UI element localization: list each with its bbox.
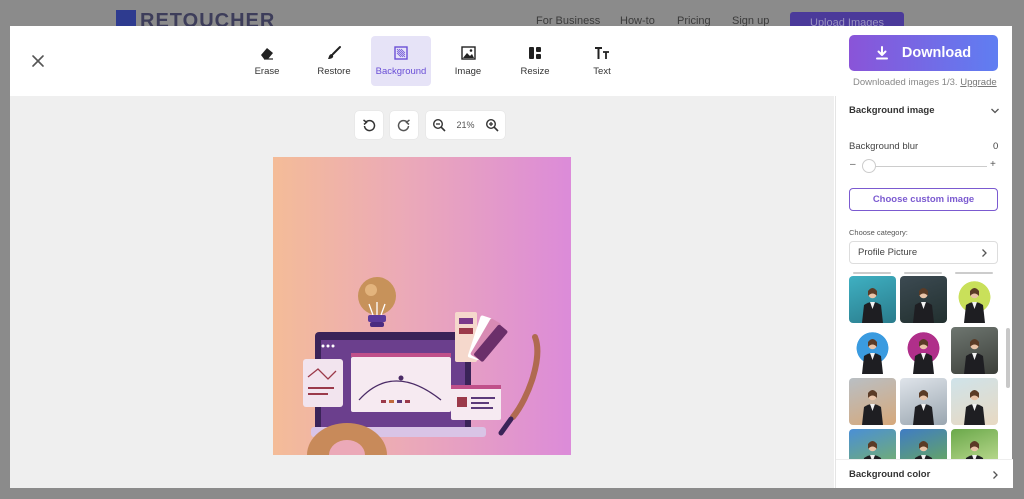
tool-image-label: Image (454, 66, 482, 77)
background-thumbnail[interactable] (951, 429, 998, 459)
background-blur-value: 0 (993, 141, 999, 152)
person-silhouette (965, 441, 984, 459)
undo-button[interactable] (355, 111, 383, 139)
person-silhouette (862, 390, 883, 425)
choose-custom-image-button[interactable]: Choose custom image (849, 188, 998, 211)
close-button[interactable] (28, 51, 48, 71)
person-silhouette (914, 441, 933, 459)
person-silhouette (913, 288, 934, 323)
zoom-out-icon (432, 118, 446, 132)
background-color-title: Background color (849, 469, 931, 480)
background-thumbnail[interactable] (849, 327, 896, 374)
blur-slider-thumb[interactable] (862, 159, 876, 173)
thumbnail-edge (904, 272, 942, 274)
eraser-icon (259, 45, 275, 61)
tool-resize-label: Resize (520, 66, 550, 77)
text-icon (594, 45, 610, 61)
upgrade-link[interactable]: Upgrade (960, 77, 996, 88)
canvas-area: 21% (10, 96, 834, 488)
zoom-out-button[interactable] (432, 118, 446, 132)
person-silhouette (863, 441, 882, 459)
redo-icon (397, 119, 410, 132)
choose-category-label: Choose category: (849, 228, 908, 237)
tool-erase[interactable]: Erase (237, 36, 297, 86)
tool-erase-label: Erase (254, 66, 280, 77)
site-nav: RETOUCHER For Business How-to Pricing Si… (0, 6, 1024, 34)
background-thumbnail[interactable] (849, 429, 896, 459)
close-icon (32, 55, 44, 67)
person-silhouette (862, 288, 883, 323)
background-thumbnail[interactable] (951, 276, 998, 323)
tool-image[interactable]: Image (438, 36, 498, 86)
tool-background[interactable]: Background (371, 36, 431, 86)
background-thumbnail[interactable] (900, 378, 947, 425)
tool-restore-label: Restore (317, 66, 351, 77)
download-quota-text: Downloaded images 1/3. (853, 77, 958, 88)
person-silhouette (913, 390, 934, 425)
background-thumbnail[interactable] (900, 327, 947, 374)
person-silhouette (964, 288, 985, 323)
chevron-right-icon (982, 249, 987, 257)
person-silhouette (862, 339, 883, 374)
image-preview[interactable] (273, 157, 571, 455)
background-thumbnail[interactable] (849, 276, 896, 323)
download-icon (875, 46, 888, 60)
thumbnail-edge (955, 272, 993, 274)
background-thumbnail-grid (849, 272, 1001, 459)
person-silhouette (913, 339, 934, 374)
category-select[interactable]: Profile Picture (849, 241, 998, 264)
background-icon (393, 45, 409, 61)
background-thumbnail[interactable] (900, 276, 947, 323)
tool-background-label: Background (375, 66, 427, 77)
editor-modal: Erase Restore Background Image Resize Te… (10, 26, 1013, 488)
settings-panel: Background image Background blur 0 – + C… (835, 96, 1013, 488)
tool-text-label: Text (593, 66, 611, 77)
download-quota: Downloaded images 1/3. Upgrade (853, 77, 997, 88)
download-button[interactable]: Download (849, 35, 998, 71)
blur-slider-track[interactable] (863, 166, 987, 167)
blur-increase-button[interactable]: + (990, 159, 996, 170)
tool-restore[interactable]: Restore (304, 36, 364, 86)
background-blur-label: Background blur (849, 141, 919, 152)
download-label: Download (901, 45, 972, 61)
zoom-control: 21% (426, 111, 505, 139)
tool-bar: Erase Restore Background Image Resize Te… (237, 36, 639, 86)
redo-button[interactable] (390, 111, 418, 139)
tool-text[interactable]: Text (572, 36, 632, 86)
thumbnail-edge (853, 272, 891, 274)
blur-decrease-button[interactable]: – (850, 159, 856, 170)
background-image-title: Background image (849, 105, 935, 116)
resize-layout-icon (527, 45, 543, 61)
background-thumbnail[interactable] (849, 378, 896, 425)
background-thumbnail[interactable] (900, 429, 947, 459)
undo-icon (363, 119, 376, 132)
zoom-value: 21% (456, 120, 475, 130)
background-color-section[interactable]: Background color (836, 459, 1013, 488)
chevron-right-icon (993, 471, 998, 479)
tool-resize[interactable]: Resize (505, 36, 565, 86)
zoom-in-button[interactable] (485, 118, 499, 132)
brush-icon (326, 45, 342, 61)
person-silhouette (964, 339, 985, 374)
image-icon (460, 45, 476, 61)
design-illustration (303, 277, 541, 455)
category-select-value: Profile Picture (858, 247, 918, 258)
background-thumbnail[interactable] (951, 378, 998, 425)
zoom-in-icon (485, 118, 499, 132)
panel-scrollbar[interactable] (1006, 328, 1010, 388)
background-thumbnail[interactable] (951, 327, 998, 374)
person-silhouette (964, 390, 985, 425)
chevron-down-icon[interactable] (990, 106, 1000, 116)
